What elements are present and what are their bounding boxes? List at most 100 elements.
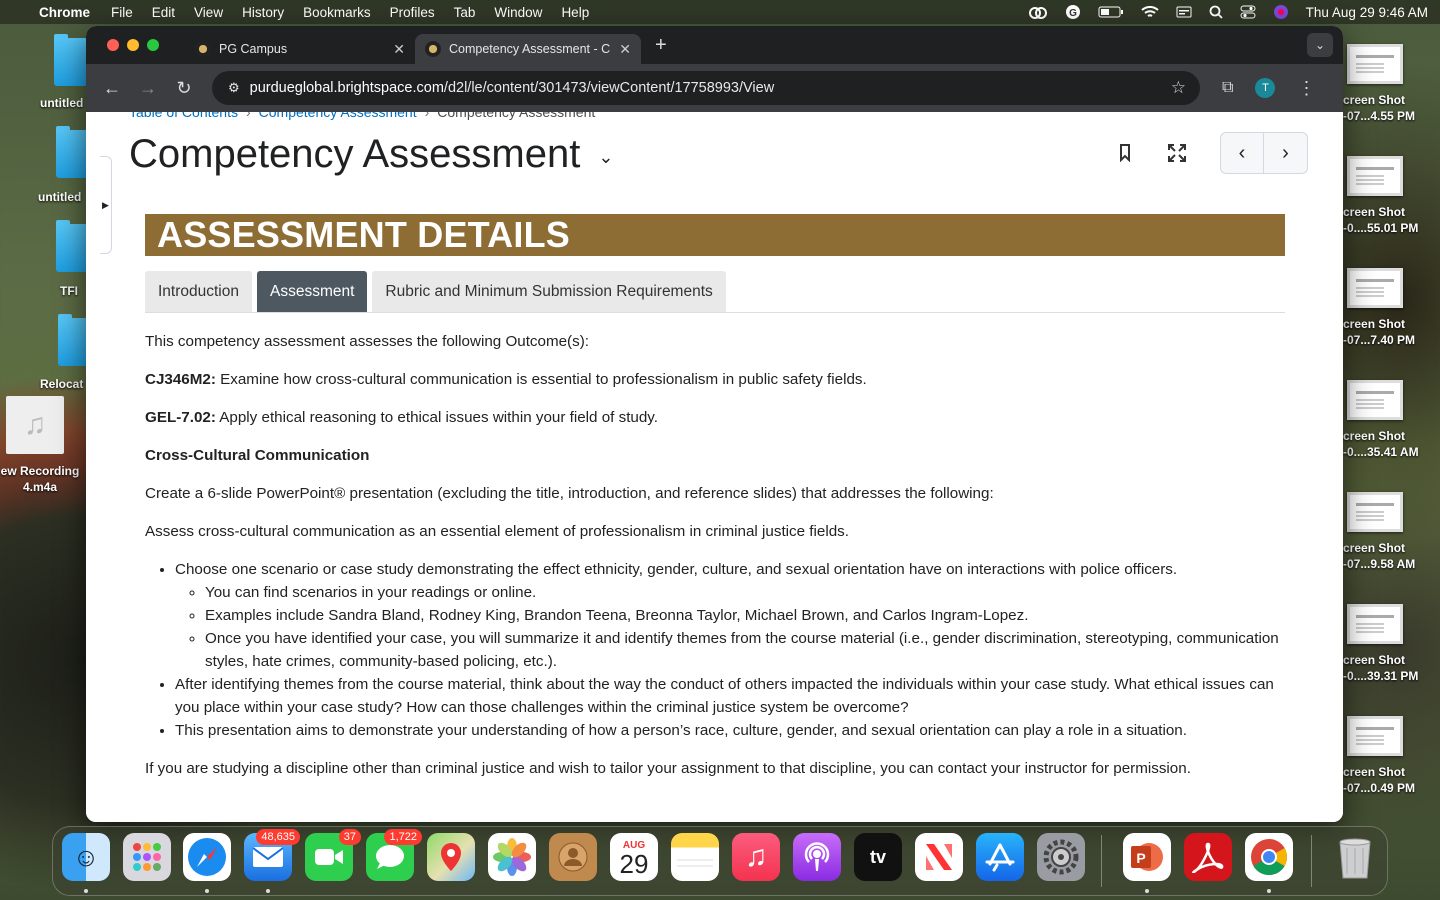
- display-icon[interactable]: [1176, 6, 1192, 18]
- desktop-item-recording[interactable]: ew Recording 4.m4a: [0, 463, 80, 495]
- menu-edit[interactable]: Edit: [152, 5, 175, 20]
- breadcrumb-chevron-icon: ›: [245, 112, 251, 120]
- running-indicator: [1145, 889, 1149, 893]
- previous-topic-button[interactable]: ‹: [1220, 132, 1264, 174]
- new-tab-button[interactable]: +: [655, 34, 667, 57]
- breadcrumb-module[interactable]: Competency Assessment: [259, 112, 417, 120]
- finder-app-icon[interactable]: ☺: [62, 833, 110, 881]
- minimize-window-button[interactable]: [127, 39, 139, 51]
- control-center-icon[interactable]: [1240, 5, 1256, 19]
- desktop-screenshot-6[interactable]: creen Shot -0....39.31 PM: [1343, 604, 1440, 684]
- fullscreen-button[interactable]: [1162, 132, 1192, 174]
- back-arrow-icon[interactable]: ←: [100, 78, 124, 99]
- address-bar[interactable]: ⚙ purdueglobal.brightspace.com/d2l/le/co…: [212, 71, 1200, 105]
- instructions-paragraph: Create a 6-slide PowerPoint® presentatio…: [145, 485, 994, 502]
- apple-tv-app-icon[interactable]: tv: [854, 833, 902, 881]
- desktop-screenshot-1[interactable]: creen Shot -07...4.55 PM: [1343, 44, 1440, 124]
- sub-list: You can find scenarios in your readings …: [205, 581, 1285, 673]
- spotlight-search-icon[interactable]: [1209, 5, 1223, 19]
- menu-view[interactable]: View: [194, 5, 223, 20]
- browser-tab-competency-assessment[interactable]: Competency Assessment - C ✕: [415, 34, 641, 64]
- facetime-app-icon[interactable]: 37: [305, 829, 361, 881]
- screenshot-thumbnail: [1347, 492, 1403, 532]
- list-item: Examples include Sandra Bland, Rodney Ki…: [205, 604, 1285, 627]
- news-app-icon[interactable]: [915, 833, 963, 881]
- menu-help[interactable]: Help: [561, 5, 589, 20]
- desktop-item-untitled-2[interactable]: untitled: [38, 190, 81, 204]
- site-settings-icon[interactable]: ⚙: [228, 80, 240, 96]
- desktop-screenshot-2[interactable]: creen Shot -0....55.01 PM: [1343, 156, 1440, 236]
- podcasts-app-icon[interactable]: [793, 833, 841, 881]
- svg-text:P: P: [1136, 850, 1145, 866]
- siri-icon[interactable]: [1273, 4, 1289, 20]
- purdue-favicon-icon: [195, 41, 211, 57]
- mail-app-icon[interactable]: 48,635: [244, 829, 300, 881]
- wifi-icon[interactable]: [1140, 5, 1159, 19]
- menu-bookmarks[interactable]: Bookmarks: [303, 5, 371, 20]
- extensions-puzzle-icon[interactable]: ⧉: [1222, 79, 1233, 97]
- tab-introduction[interactable]: Introduction: [145, 271, 252, 312]
- messages-app-icon[interactable]: 1,722: [366, 829, 422, 881]
- close-window-button[interactable]: [107, 39, 119, 51]
- chrome-app-icon[interactable]: [1245, 833, 1293, 881]
- topic-navigation: ‹ ›: [1220, 132, 1308, 174]
- desktop-screenshot-3[interactable]: creen Shot -07...7.40 PM: [1343, 268, 1440, 348]
- zoom-window-button[interactable]: [147, 39, 159, 51]
- profile-avatar[interactable]: T: [1255, 78, 1276, 98]
- notes-app-icon[interactable]: [671, 833, 719, 881]
- desktop-item-untitled-1[interactable]: untitled: [40, 96, 83, 110]
- desktop-item-relocated[interactable]: Relocat: [40, 377, 83, 391]
- menu-window[interactable]: Window: [494, 5, 542, 20]
- desktop-item-tfi[interactable]: TFI: [60, 284, 78, 298]
- calendar-day: 29: [619, 848, 649, 879]
- acrobat-app-icon[interactable]: [1184, 833, 1232, 881]
- app-menu-chrome[interactable]: Chrome: [39, 5, 90, 20]
- close-tab-icon[interactable]: ✕: [393, 41, 405, 58]
- trash-can-icon: [1339, 838, 1371, 879]
- audio-file-icon[interactable]: ♫: [6, 396, 64, 454]
- menu-profiles[interactable]: Profiles: [390, 5, 435, 20]
- desktop-screenshot-4[interactable]: creen Shot -0....35.41 AM: [1343, 380, 1440, 460]
- music-app-icon[interactable]: ♫: [732, 833, 780, 881]
- desktop-screenshot-7[interactable]: creen Shot -07...0.49 PM: [1343, 716, 1440, 796]
- system-settings-app-icon[interactable]: [1037, 833, 1085, 881]
- app-store-app-icon[interactable]: [976, 833, 1024, 881]
- bookmark-button[interactable]: [1110, 132, 1140, 174]
- menu-history[interactable]: History: [242, 5, 284, 20]
- close-tab-icon[interactable]: ✕: [619, 41, 631, 58]
- contacts-app-icon[interactable]: [549, 833, 597, 881]
- next-topic-button[interactable]: ›: [1264, 132, 1308, 174]
- breadcrumb-table-of-contents[interactable]: Table of Contents: [129, 112, 238, 120]
- desktop-folder-icon[interactable]: [56, 220, 90, 272]
- browser-tab-pg-campus[interactable]: PG Campus ✕: [185, 34, 415, 64]
- screenshot-thumbnail: [1347, 156, 1403, 196]
- desktop-folder-icon[interactable]: [54, 34, 88, 86]
- reload-icon[interactable]: ↻: [172, 78, 196, 99]
- page-title[interactable]: Competency Assessment ⌄: [129, 132, 613, 177]
- chevron-down-icon[interactable]: ⌄: [598, 147, 613, 168]
- desktop-screenshot-5[interactable]: creen Shot -07...9.58 AM: [1343, 492, 1440, 572]
- desktop-folder-icon[interactable]: [56, 126, 90, 178]
- photos-app-icon[interactable]: [488, 833, 536, 881]
- page-actions: ‹ ›: [1110, 132, 1308, 174]
- menu-tab[interactable]: Tab: [454, 5, 476, 20]
- sidebar-toggle-button[interactable]: ▶: [100, 156, 112, 254]
- tab-assessment[interactable]: Assessment: [257, 271, 368, 312]
- forward-arrow-icon[interactable]: →: [136, 78, 160, 99]
- trash-icon[interactable]: [1331, 833, 1379, 881]
- chrome-menu-icon[interactable]: ⋮: [1297, 78, 1315, 99]
- battery-icon[interactable]: [1098, 6, 1124, 18]
- safari-app-icon[interactable]: [183, 833, 231, 881]
- breadcrumb: Table of Contents › Competency Assessment ›…: [129, 112, 595, 120]
- maps-app-icon[interactable]: [427, 833, 475, 881]
- tab-search-chevron-icon[interactable]: ⌄: [1307, 33, 1333, 57]
- grammarly-icon[interactable]: G: [1065, 4, 1081, 20]
- bookmark-star-icon[interactable]: ☆: [1171, 78, 1186, 98]
- launchpad-app-icon[interactable]: [123, 833, 171, 881]
- tab-rubric[interactable]: Rubric and Minimum Submission Requiremen…: [372, 271, 726, 312]
- powerpoint-app-icon[interactable]: P: [1123, 833, 1171, 881]
- calendar-app-icon[interactable]: AUG 29: [610, 833, 658, 881]
- creative-cloud-icon[interactable]: [1028, 5, 1048, 19]
- menubar-clock[interactable]: Thu Aug 29 9:46 AM: [1306, 5, 1428, 20]
- menu-file[interactable]: File: [111, 5, 133, 20]
